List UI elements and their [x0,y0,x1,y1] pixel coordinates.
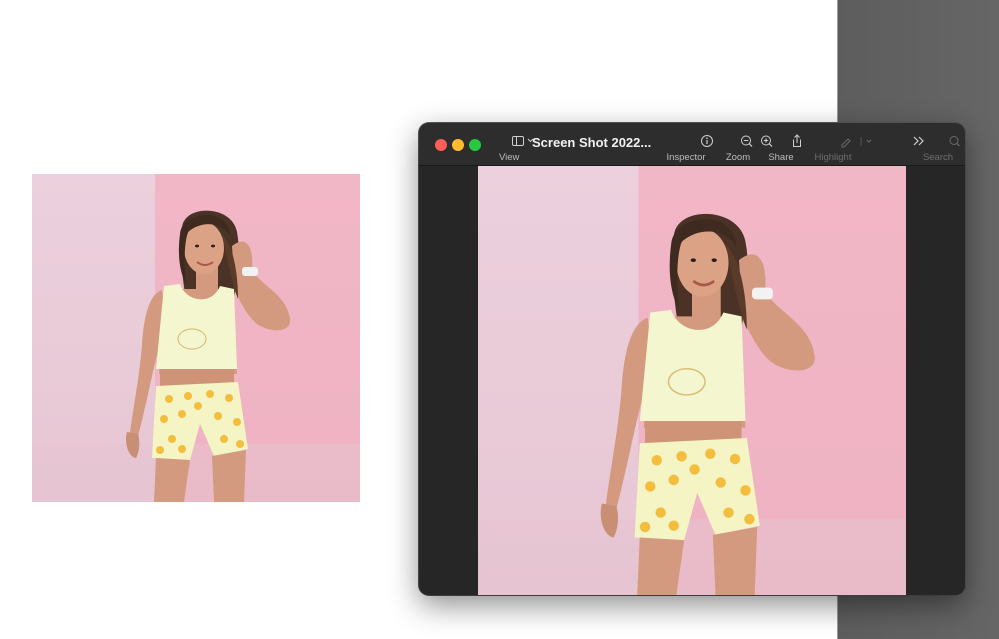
highlight-label: Highlight [814,152,852,163]
search-icon [949,136,960,147]
view-button[interactable]: View [497,132,534,163]
more-toolbar-button[interactable] [895,132,924,148]
highlighter-icon [841,137,872,148]
search-label: Search [922,152,954,163]
window-title: Screen Shot 2022... [532,135,652,150]
highlight-button[interactable]: Highlight [811,132,872,163]
share-button[interactable]: Share [765,132,801,163]
zoom-controls[interactable]: Zoom [719,132,773,163]
search-button[interactable]: Search [921,132,960,163]
share-icon [793,134,801,147]
inspector-button[interactable]: Inspector [665,132,713,163]
window-toolbar: View Screen Shot 2022... Inspector Zoom [419,123,965,166]
view-label: View [499,152,520,163]
preview-window: View Screen Shot 2022... Inspector Zoom [419,123,965,595]
minimize-button[interactable] [452,139,464,151]
fullscreen-button[interactable] [469,139,481,151]
zoom-label: Zoom [725,152,751,163]
previewed-image[interactable] [478,166,906,595]
share-label: Share [768,152,794,163]
inspector-label: Inspector [666,152,706,163]
close-button[interactable] [435,139,447,151]
source-photo [32,174,360,502]
